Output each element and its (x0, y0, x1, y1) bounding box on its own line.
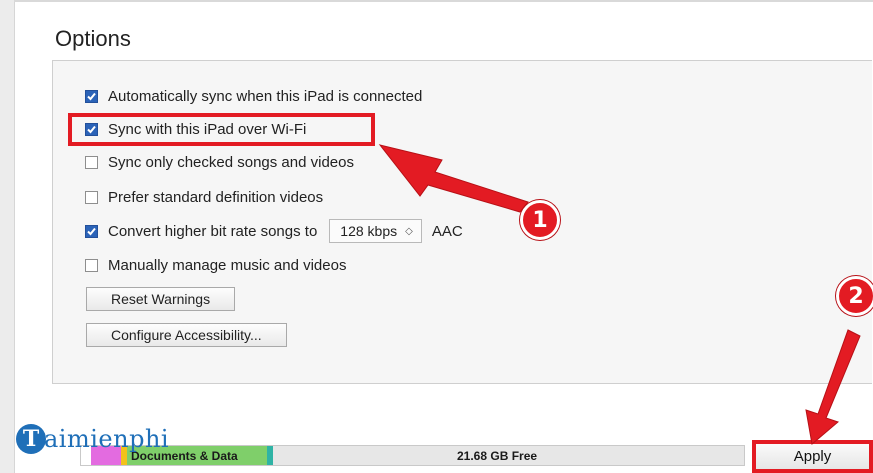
watermark-text: aimienphi (44, 425, 170, 453)
step-badge-2: 2 (836, 276, 873, 316)
annotation-arrows (378, 144, 861, 445)
watermark-logo-icon: T (16, 424, 46, 454)
arrow-to-apply-button (805, 329, 861, 445)
step-badge-1: 1 (520, 200, 560, 240)
watermark-logo: T aimienphi (16, 424, 169, 454)
arrow-to-wifi-option (378, 144, 529, 213)
